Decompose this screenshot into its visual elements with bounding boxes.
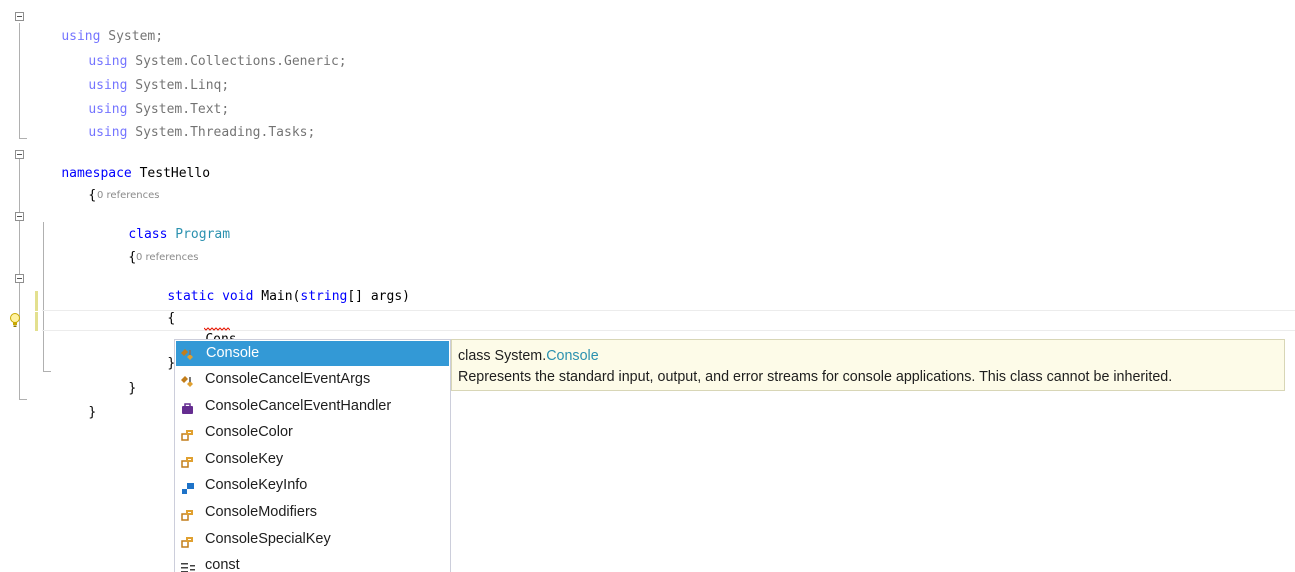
- close-brace: }: [128, 381, 137, 396]
- completion-item-label: ConsoleCancelEventHandler: [205, 397, 392, 414]
- struct-icon: [180, 478, 196, 495]
- completion-item[interactable]: ConsoleKeyInfo: [175, 472, 450, 499]
- completion-item[interactable]: ConsoleCancelEventArgs: [175, 366, 450, 393]
- completion-item-label: ConsoleColor: [205, 424, 293, 441]
- code-line-brace: {: [57, 167, 96, 203]
- code-line-brace: {: [136, 290, 175, 326]
- completion-item-label: ConsoleKeyInfo: [205, 477, 308, 494]
- close-brace: }: [88, 405, 97, 420]
- class-icon: [180, 346, 196, 360]
- completion-item-label: Console: [206, 345, 260, 361]
- code-line-brace: }: [97, 360, 136, 396]
- completion-item-label: ConsoleCancelEventArgs: [205, 371, 371, 387]
- completion-item-label: ConsoleKey: [205, 450, 284, 467]
- namespace-name: TestHello: [131, 166, 211, 181]
- quick-info-tooltip: class System.Console Represents the stan…: [451, 339, 1285, 391]
- code-line-method: static void Main(string[] args): [136, 268, 410, 304]
- completion-item[interactable]: const: [175, 552, 450, 572]
- tooltip-kind: class: [458, 348, 495, 364]
- code-line-brace: }: [57, 384, 96, 420]
- keyword: string: [300, 289, 348, 304]
- keyword-icon: [180, 558, 196, 572]
- class-icon: [180, 372, 196, 387]
- code-line-using: using System.Linq;: [57, 57, 229, 93]
- completion-item-label: ConsoleModifiers: [205, 503, 318, 520]
- tooltip-namespace: System.: [494, 348, 547, 364]
- completion-item[interactable]: ConsoleCancelEventHandler: [175, 393, 450, 420]
- tooltip-signature: class System.Console: [458, 346, 1284, 367]
- completion-item[interactable]: ConsoleSpecialKey: [175, 526, 450, 553]
- outline-guide: [43, 371, 51, 372]
- collapse-toggle-icon[interactable]: [15, 12, 24, 21]
- code-line-namespace: namespace TestHello: [30, 145, 210, 181]
- completion-item[interactable]: ConsoleModifiers: [175, 499, 450, 526]
- code-line-using: using System.Threading.Tasks;: [57, 104, 315, 140]
- code-line-brace: {: [97, 229, 136, 265]
- outline-guide: [19, 399, 27, 400]
- enum-icon: [180, 532, 196, 548]
- completion-item[interactable]: ConsoleKey: [175, 446, 450, 473]
- outline-guide: [19, 23, 20, 139]
- keyword: using: [88, 125, 128, 140]
- collapse-toggle-icon[interactable]: [15, 150, 24, 159]
- completion-item[interactable]: ConsoleColor: [175, 419, 450, 446]
- error-squiggle: [204, 327, 230, 331]
- outline-guide: [19, 138, 27, 139]
- collapse-toggle-icon[interactable]: [15, 274, 24, 283]
- collapse-toggle-icon[interactable]: [15, 212, 24, 221]
- intellisense-completion-list[interactable]: Console ConsoleCancelEventArgs ConsoleCanc…: [174, 339, 451, 572]
- method-signature: [] args): [347, 289, 410, 304]
- enum-icon: [180, 425, 196, 441]
- code-line-using: using System.Collections.Generic;: [57, 33, 346, 69]
- codelens-references[interactable]: 0 references: [136, 251, 199, 265]
- code-line-brace: }: [136, 335, 175, 371]
- tooltip-description: Represents the standard input, output, a…: [458, 369, 1173, 385]
- code-line-using: using System.Text;: [57, 81, 229, 117]
- delegate-icon: [180, 399, 196, 414]
- open-brace: {: [88, 188, 97, 203]
- open-brace: {: [128, 250, 137, 265]
- code-line-using: using System;: [30, 8, 163, 44]
- class-name: Program: [167, 227, 231, 242]
- completion-item-label: ConsoleSpecialKey: [205, 530, 331, 547]
- enum-icon: [180, 505, 196, 521]
- namespace-name: System.Threading.Tasks;: [127, 125, 316, 140]
- tooltip-type-name: Console: [546, 348, 599, 364]
- lightbulb-icon[interactable]: [8, 312, 22, 328]
- codelens-references[interactable]: 0 references: [97, 189, 160, 203]
- enum-icon: [180, 452, 196, 468]
- change-indicator: [35, 312, 38, 331]
- change-indicator: [35, 291, 38, 311]
- keyword: void: [214, 289, 254, 304]
- completion-item[interactable]: Console: [176, 341, 449, 366]
- code-line-class: class Program: [97, 206, 230, 242]
- completion-item-label: const: [205, 557, 240, 572]
- method-signature: Main(: [253, 289, 301, 304]
